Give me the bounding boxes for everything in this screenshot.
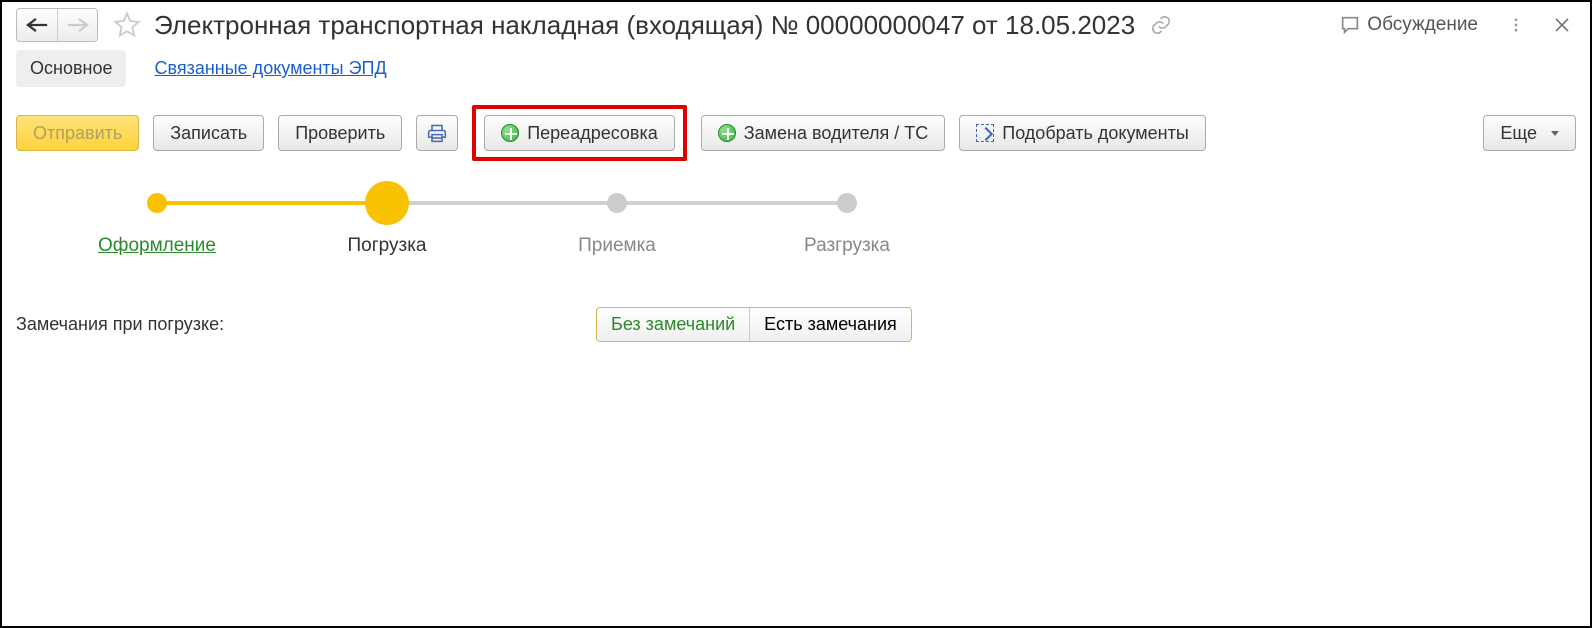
- toolbar: Отправить Записать Проверить Переадресов…: [2, 87, 1590, 169]
- readdress-label: Переадресовка: [527, 123, 658, 144]
- step-label[interactable]: Оформление: [98, 235, 216, 257]
- no-remarks-button[interactable]: Без замечаний: [597, 308, 749, 341]
- step-dot: [607, 193, 627, 213]
- step-oformlenie: Оформление: [42, 193, 272, 257]
- link-icon[interactable]: [1149, 13, 1173, 37]
- nav-buttons: [16, 8, 98, 42]
- has-remarks-button[interactable]: Есть замечания: [749, 308, 911, 341]
- step-label: Приемка: [578, 235, 656, 257]
- discuss-button[interactable]: Обсуждение: [1339, 14, 1478, 36]
- page-tabs: Основное Связанные документы ЭПД: [2, 46, 1590, 87]
- step-connector: [617, 201, 847, 205]
- kebab-menu-icon[interactable]: [1504, 13, 1528, 37]
- tab-related-documents[interactable]: Связанные документы ЭПД: [140, 50, 400, 87]
- loading-remarks-label: Замечания при погрузке:: [16, 314, 576, 335]
- step-dot: [147, 193, 167, 213]
- favorite-star-icon[interactable]: [112, 10, 142, 40]
- plus-icon: [501, 124, 519, 142]
- remarks-toggle-group: Без замечаний Есть замечания: [596, 307, 912, 342]
- replace-driver-button[interactable]: Замена водителя / ТС: [701, 115, 945, 151]
- tab-main[interactable]: Основное: [16, 50, 126, 87]
- window-controls: [1504, 13, 1574, 37]
- nav-forward-button[interactable]: [57, 9, 97, 41]
- loading-remarks-row: Замечания при погрузке: Без замечаний Ес…: [2, 267, 1590, 342]
- pick-documents-label: Подобрать документы: [1002, 123, 1189, 144]
- close-icon[interactable]: [1550, 13, 1574, 37]
- step-label: Погрузка: [347, 235, 426, 257]
- print-button[interactable]: [416, 115, 458, 151]
- step-dot: [365, 181, 409, 225]
- document-window: Электронная транспортная накладная (вход…: [0, 0, 1592, 628]
- more-menu-button[interactable]: Еще: [1483, 115, 1576, 151]
- step-dot: [837, 193, 857, 213]
- step-connector: [387, 201, 617, 205]
- send-button[interactable]: Отправить: [16, 115, 139, 151]
- save-button[interactable]: Записать: [153, 115, 264, 151]
- replace-driver-label: Замена водителя / ТС: [744, 123, 928, 144]
- readdress-button[interactable]: Переадресовка: [484, 115, 675, 151]
- step-connector: [157, 201, 387, 205]
- check-button[interactable]: Проверить: [278, 115, 402, 151]
- select-doc-icon: [976, 124, 994, 142]
- arrow-right-icon: [67, 18, 89, 32]
- titlebar: Электронная транспортная накладная (вход…: [2, 2, 1590, 46]
- arrow-left-icon: [26, 18, 48, 32]
- step-label: Разгрузка: [804, 235, 890, 257]
- page-title: Электронная транспортная накладная (вход…: [154, 10, 1135, 41]
- process-stepper: Оформление Погрузка Приемка Разгрузка: [2, 169, 1590, 267]
- discuss-label: Обсуждение: [1367, 14, 1478, 36]
- nav-back-button[interactable]: [17, 9, 57, 41]
- highlighted-readdress: Переадресовка: [472, 105, 687, 161]
- plus-icon: [718, 124, 736, 142]
- printer-icon: [427, 123, 447, 143]
- chat-icon: [1339, 14, 1361, 36]
- pick-documents-button[interactable]: Подобрать документы: [959, 115, 1206, 151]
